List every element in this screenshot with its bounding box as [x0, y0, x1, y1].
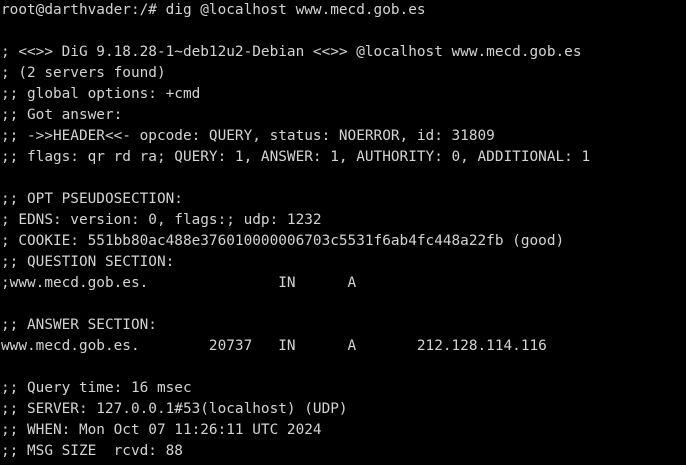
answer-record-line: www.mecd.gob.es. 20737 IN A 212.128.114.… — [1, 338, 547, 354]
flags-line: ;; flags: qr rd ra; QUERY: 1, ANSWER: 1,… — [1, 149, 591, 165]
terminal-window[interactable]: root@darthvader:/# dig @localhost www.me… — [0, 0, 686, 465]
command-line: root@darthvader:/# dig @localhost www.me… — [1, 2, 426, 18]
dig-version-line: ; <<>> DiG 9.18.28-1~deb12u2-Debian <<>>… — [1, 44, 582, 60]
question-record-line: ;www.mecd.gob.es. IN A — [1, 275, 357, 291]
servers-found-line: ; (2 servers found) — [1, 65, 166, 81]
global-options-line: ;; global options: +cmd — [1, 86, 201, 102]
server-line: ;; SERVER: 127.0.0.1#53(localhost) (UDP) — [1, 401, 348, 417]
opt-pseudosection-heading: ;; OPT PSEUDOSECTION: — [1, 191, 183, 207]
when-line: ;; WHEN: Mon Oct 07 11:26:11 UTC 2024 — [1, 422, 322, 438]
msg-size-line: ;; MSG SIZE rcvd: 88 — [1, 443, 183, 459]
got-answer-line: ;; Got answer: — [1, 107, 123, 123]
question-section-heading: ;; QUESTION SECTION: — [1, 254, 175, 270]
edns-line: ; EDNS: version: 0, flags:; udp: 1232 — [1, 212, 322, 228]
cookie-line: ; COOKIE: 551bb80ac488e376010000006703c5… — [1, 233, 565, 249]
header-line: ;; ->>HEADER<<- opcode: QUERY, status: N… — [1, 128, 495, 144]
answer-section-heading: ;; ANSWER SECTION: — [1, 317, 157, 333]
query-time-line: ;; Query time: 16 msec — [1, 380, 192, 396]
